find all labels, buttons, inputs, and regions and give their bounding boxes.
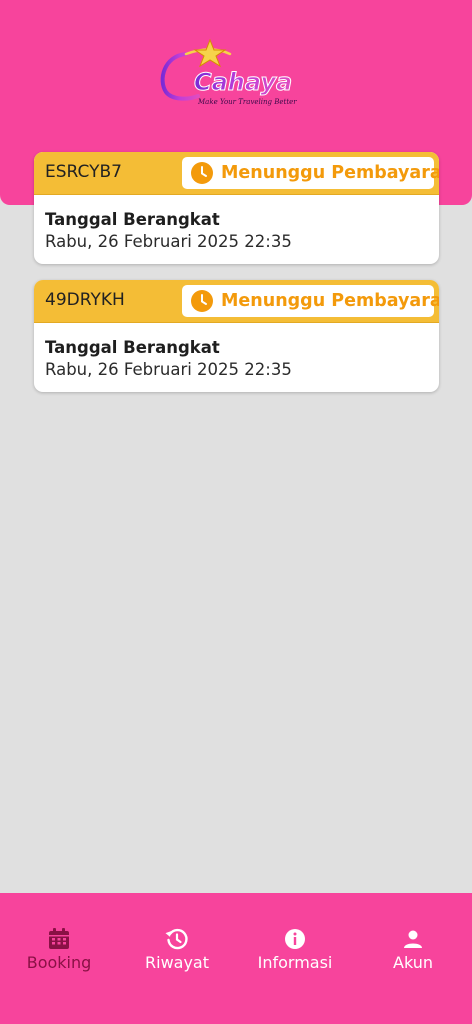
status-text: Menunggu Pembayaran <box>221 291 439 311</box>
nav-informasi[interactable]: Informasi <box>236 927 354 972</box>
departure-date: Rabu, 26 Februari 2025 22:35 <box>45 232 292 251</box>
booking-code: 49DRYKH <box>45 290 125 310</box>
status-text: Menunggu Pembayaran <box>221 163 439 183</box>
cahaya-logo: Cahaya Make Your Traveling Better <box>158 38 314 110</box>
clock-icon <box>190 161 214 185</box>
clock-icon <box>190 289 214 313</box>
status-badge: Menunggu Pembayaran <box>182 157 439 189</box>
calendar-icon <box>47 927 71 951</box>
nav-label: Riwayat <box>145 953 209 972</box>
history-icon <box>165 927 189 951</box>
nav-label: Akun <box>393 953 433 972</box>
user-icon <box>401 927 425 951</box>
departure-date: Rabu, 26 Februari 2025 22:35 <box>45 360 292 379</box>
booking-list: ESRCYB7 Menunggu Pembayaran Tanggal Bera… <box>34 152 439 408</box>
nav-booking[interactable]: Booking <box>0 927 118 972</box>
status-badge: Menunggu Pembayaran <box>182 285 439 317</box>
booking-card-header: 49DRYKH Menunggu Pembayaran <box>34 280 439 323</box>
booking-card-body: Tanggal Berangkat Rabu, 26 Februari 2025… <box>34 323 439 381</box>
departure-label: Tanggal Berangkat <box>45 338 220 357</box>
departure-label: Tanggal Berangkat <box>45 210 220 229</box>
logo-tagline: Make Your Traveling Better <box>197 98 297 106</box>
nav-riwayat[interactable]: Riwayat <box>118 927 236 972</box>
nav-akun[interactable]: Akun <box>354 927 472 972</box>
booking-card[interactable]: ESRCYB7 Menunggu Pembayaran Tanggal Bera… <box>34 152 439 264</box>
booking-card-header: ESRCYB7 Menunggu Pembayaran <box>34 152 439 195</box>
booking-code: ESRCYB7 <box>45 162 122 182</box>
nav-label: Informasi <box>257 953 333 972</box>
logo-wordmark: Cahaya <box>194 68 292 96</box>
logo-graphic: Cahaya Make Your Traveling Better <box>160 38 297 106</box>
bottom-nav: Booking Riwayat Informasi Akun <box>0 893 472 1024</box>
nav-label: Booking <box>26 953 92 972</box>
booking-card[interactable]: 49DRYKH Menunggu Pembayaran Tanggal Bera… <box>34 280 439 392</box>
info-icon <box>283 927 307 951</box>
booking-card-body: Tanggal Berangkat Rabu, 26 Februari 2025… <box>34 195 439 253</box>
